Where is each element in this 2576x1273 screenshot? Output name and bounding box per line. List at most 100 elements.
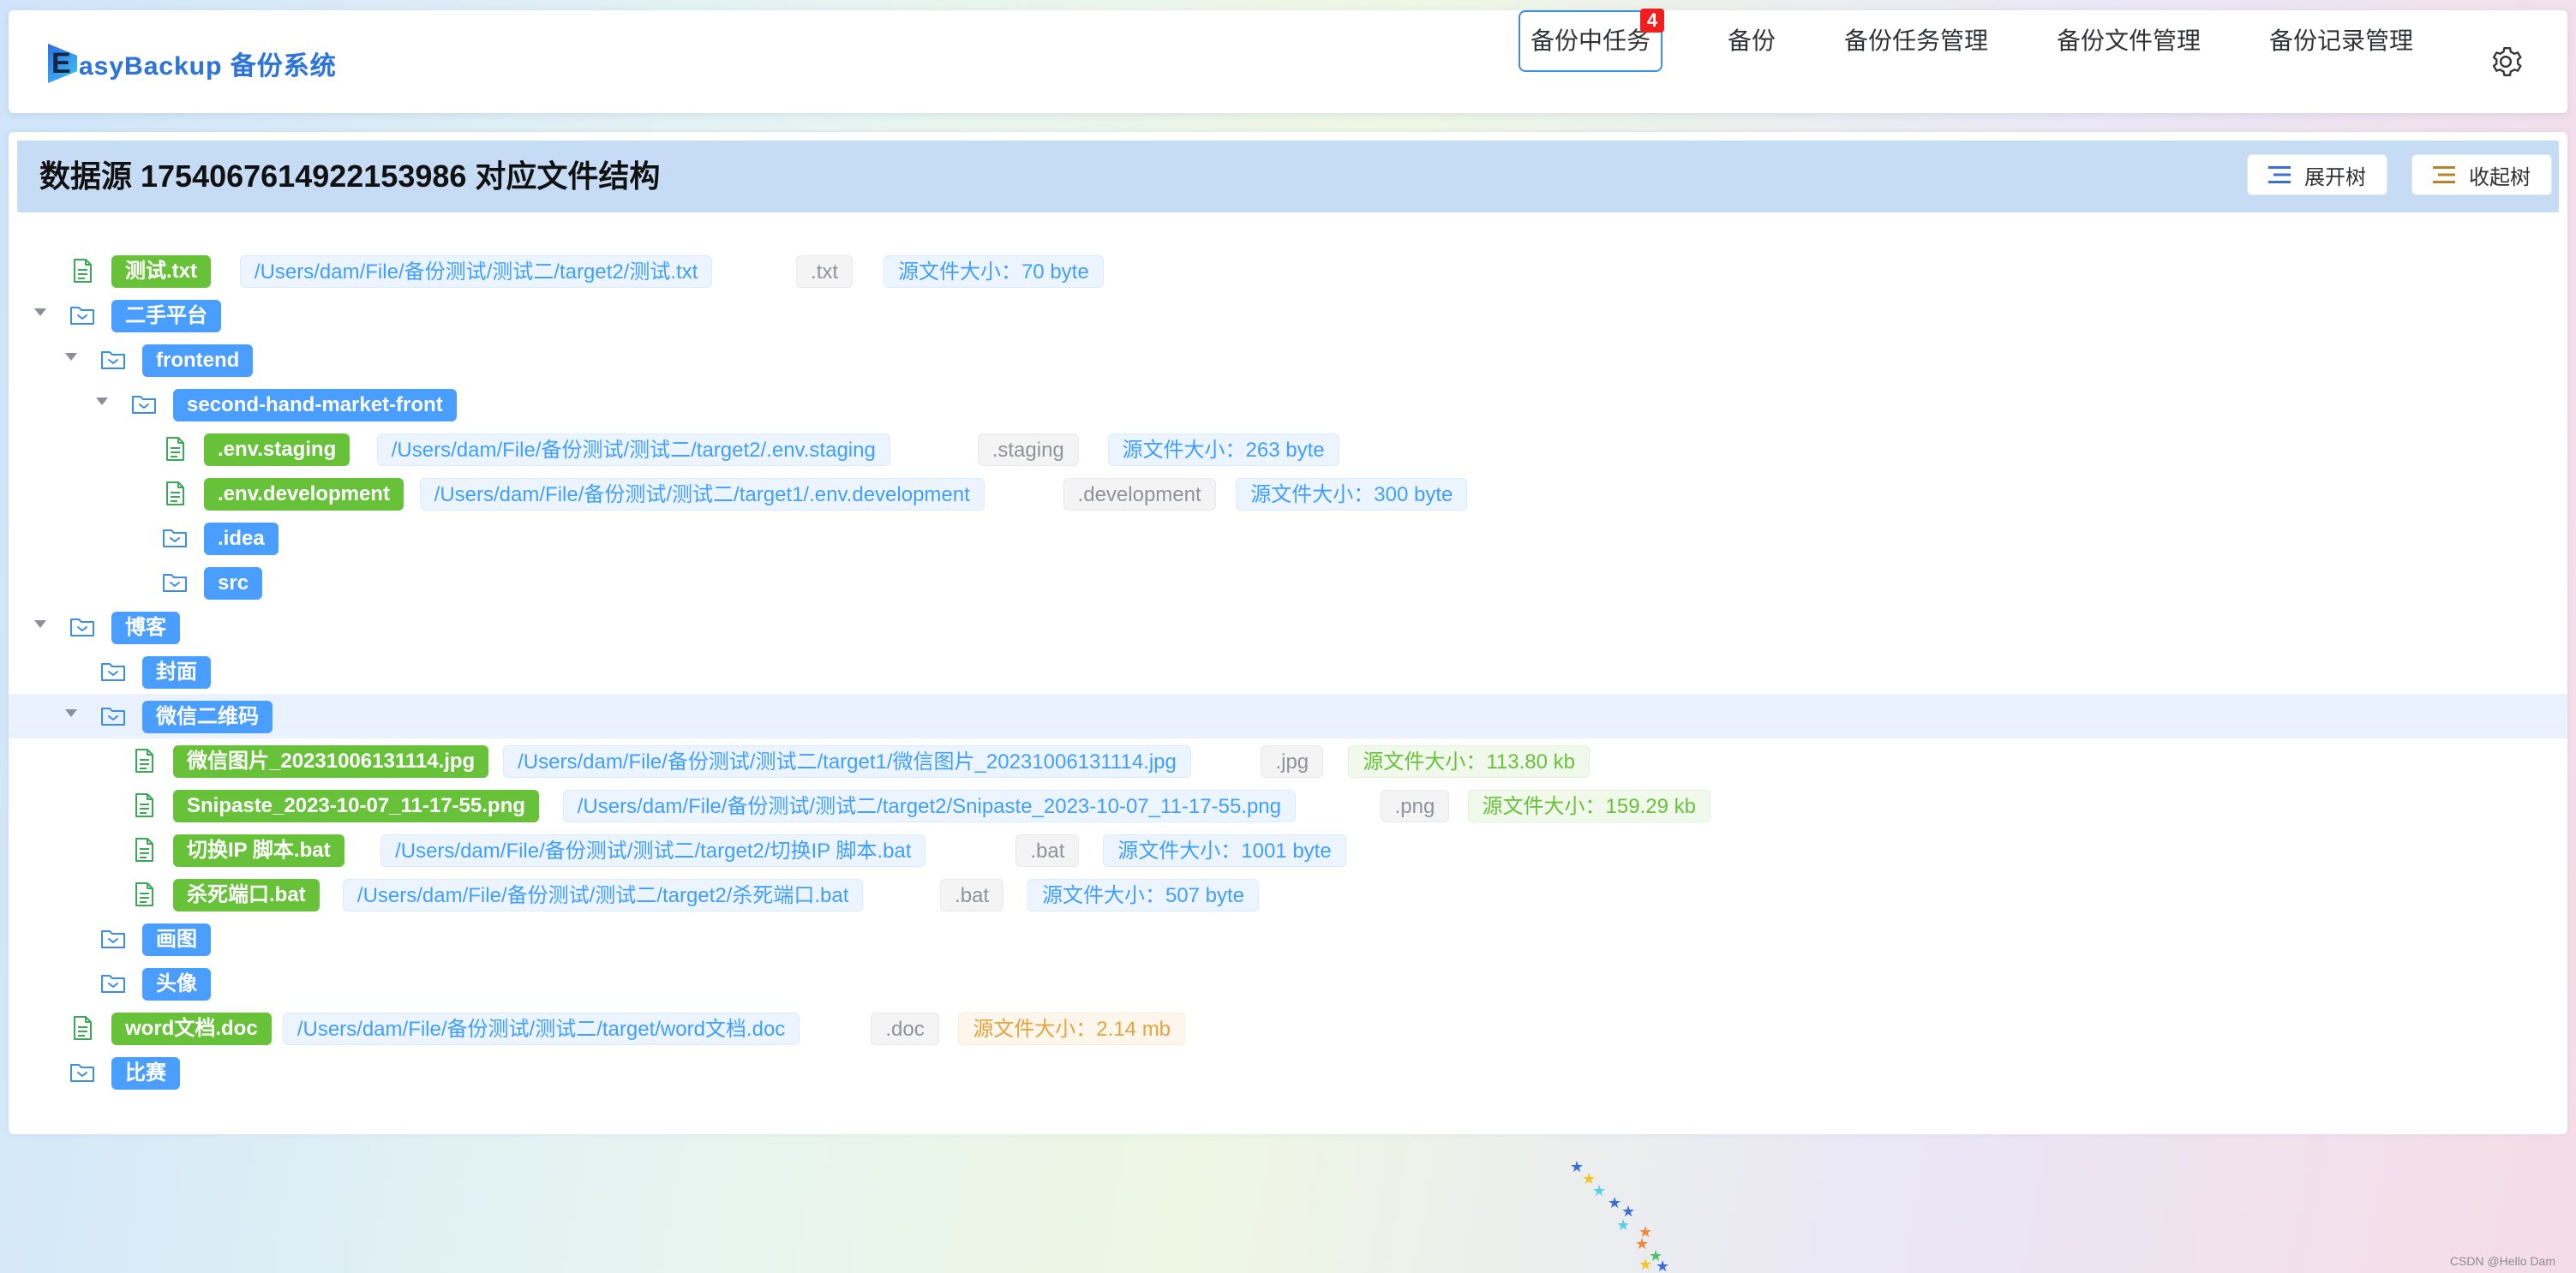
expand-caret-icon[interactable] bbox=[96, 397, 108, 405]
folder-name-tag: 封面 bbox=[142, 656, 211, 689]
file-extension-tag: .jpg bbox=[1261, 745, 1324, 778]
file-icon bbox=[166, 437, 184, 461]
page-title: 数据源 1754067614922153986 对应文件结构 bbox=[39, 158, 661, 194]
tree-folder-row[interactable]: 头像 bbox=[9, 961, 2567, 1006]
nav-backup[interactable]: 备份 bbox=[1728, 10, 1776, 72]
tree-file-row[interactable]: 测试.txt/Users/dam/File/备份测试/测试二/target2/测… bbox=[9, 248, 2567, 293]
expand-tree-button[interactable]: 展开树 bbox=[2247, 154, 2387, 195]
tree-file-row[interactable]: 微信图片_20231006131114.jpg/Users/dam/File/备… bbox=[9, 738, 2567, 783]
file-path-tag: /Users/dam/File/备份测试/测试二/target1/微信图片_20… bbox=[503, 745, 1191, 778]
folder-name-tag: src bbox=[204, 567, 263, 600]
file-name-tag: 测试.txt bbox=[111, 255, 211, 288]
tree-folder-row[interactable]: 二手平台 bbox=[9, 293, 2567, 338]
folder-icon bbox=[101, 708, 125, 726]
svg-text:★: ★ bbox=[1635, 1235, 1649, 1253]
svg-text:★: ★ bbox=[1638, 1256, 1652, 1273]
file-extension-tag: .doc bbox=[871, 1013, 939, 1045]
file-path-tag: /Users/dam/File/备份测试/测试二/target1/.env.de… bbox=[419, 478, 985, 511]
tree-folder-row[interactable]: 比赛 bbox=[9, 1050, 2567, 1095]
file-path-tag: /Users/dam/File/备份测试/测试二/target2/测试.txt bbox=[239, 255, 713, 288]
nav-label: 备份中任务 bbox=[1531, 27, 1651, 54]
tree-file-row[interactable]: .env.staging/Users/dam/File/备份测试/测试二/tar… bbox=[9, 427, 2567, 471]
tree-file-row[interactable]: word文档.doc/Users/dam/File/备份测试/测试二/targe… bbox=[9, 1006, 2567, 1050]
decorative-stars: ★ ★ ★ ★ ★ ★ ★ ★ ★ ★ ★ bbox=[1570, 1158, 1669, 1273]
top-header: E asyBackup 备份系统 备份中任务 4 备份 备份任务管理 备份文件管… bbox=[9, 9, 2567, 113]
file-icon bbox=[74, 259, 92, 283]
expand-caret-icon[interactable] bbox=[65, 709, 77, 717]
tree-folder-row[interactable]: src bbox=[9, 560, 2567, 605]
file-path-tag: /Users/dam/File/备份测试/测试二/target2/Snipast… bbox=[562, 790, 1297, 822]
file-path-tag: /Users/dam/File/备份测试/测试二/target/word文档.d… bbox=[282, 1013, 800, 1045]
task-count-badge: 4 bbox=[1640, 9, 1665, 33]
folder-name-tag: 二手平台 bbox=[111, 300, 221, 332]
folder-icon bbox=[101, 663, 125, 681]
tree-folder-row[interactable]: second-hand-market-front bbox=[9, 382, 2567, 427]
file-extension-tag: .bat bbox=[1015, 834, 1080, 867]
tree-file-row[interactable]: .env.development/Users/dam/File/备份测试/测试二… bbox=[9, 471, 2567, 516]
file-size-tag: 源文件大小：159.29 kb bbox=[1467, 790, 1710, 822]
file-name-tag: 杀死端口.bat bbox=[173, 879, 320, 911]
file-icon bbox=[135, 749, 153, 773]
file-name-tag: .env.staging bbox=[204, 433, 350, 466]
file-name-tag: .env.development bbox=[204, 478, 404, 511]
collapse-list-icon bbox=[2433, 166, 2455, 183]
tree-file-row[interactable]: 切换IP 脚本.bat/Users/dam/File/备份测试/测试二/targ… bbox=[9, 828, 2567, 872]
panel-header: 数据源 1754067614922153986 对应文件结构 展开树 收起树 bbox=[17, 140, 2559, 212]
tree-folder-row[interactable]: 微信二维码 bbox=[9, 694, 2567, 738]
expand-caret-icon[interactable] bbox=[34, 308, 46, 316]
svg-text:★: ★ bbox=[1616, 1216, 1630, 1234]
collapse-tree-label: 收起树 bbox=[2469, 165, 2531, 189]
file-icon bbox=[166, 481, 184, 505]
app-logo[interactable]: E asyBackup 备份系统 bbox=[48, 39, 337, 87]
nav-backup-record-management[interactable]: 备份记录管理 bbox=[2269, 10, 2413, 72]
tree-folder-row[interactable]: frontend bbox=[9, 338, 2567, 382]
file-size-tag: 源文件大小：300 byte bbox=[1236, 478, 1468, 511]
file-path-tag: /Users/dam/File/备份测试/测试二/target2/.env.st… bbox=[376, 433, 890, 466]
folder-name-tag: 博客 bbox=[111, 612, 180, 644]
file-icon bbox=[135, 793, 153, 817]
nav-backup-task-management[interactable]: 备份任务管理 bbox=[1844, 10, 1988, 72]
folder-icon bbox=[70, 307, 94, 325]
expand-list-icon bbox=[2268, 166, 2291, 183]
collapse-tree-button[interactable]: 收起树 bbox=[2411, 154, 2552, 195]
folder-icon bbox=[101, 930, 125, 948]
file-size-tag: 源文件大小：507 byte bbox=[1027, 879, 1260, 911]
file-size-tag: 源文件大小：263 byte bbox=[1107, 433, 1339, 466]
tree-folder-row[interactable]: 博客 bbox=[9, 605, 2567, 649]
gear-icon[interactable] bbox=[2489, 45, 2523, 79]
file-path-tag: /Users/dam/File/备份测试/测试二/target2/切换IP 脚本… bbox=[380, 834, 926, 867]
folder-name-tag: 比赛 bbox=[111, 1057, 180, 1090]
file-name-tag: Snipaste_2023-10-07_11-17-55.png bbox=[173, 790, 539, 822]
file-name-tag: word文档.doc bbox=[111, 1013, 272, 1045]
file-size-tag: 源文件大小：70 byte bbox=[883, 255, 1104, 288]
folder-name-tag: .idea bbox=[204, 523, 279, 555]
tree-folder-row[interactable]: .idea bbox=[9, 516, 2567, 560]
folder-icon bbox=[163, 574, 187, 592]
file-size-tag: 源文件大小：1001 byte bbox=[1103, 834, 1346, 867]
folder-name-tag: frontend bbox=[142, 344, 254, 377]
folder-icon bbox=[70, 1064, 94, 1082]
folder-icon bbox=[70, 619, 94, 636]
logo-text: asyBackup 备份系统 bbox=[79, 45, 337, 82]
file-name-tag: 微信图片_20231006131114.jpg bbox=[173, 745, 489, 778]
nav-backup-file-management[interactable]: 备份文件管理 bbox=[2057, 10, 2201, 72]
expand-caret-icon[interactable] bbox=[65, 353, 77, 361]
tree-folder-row[interactable]: 画图 bbox=[9, 917, 2567, 961]
tree-file-row[interactable]: 杀死端口.bat/Users/dam/File/备份测试/测试二/target2… bbox=[9, 872, 2567, 917]
folder-name-tag: 画图 bbox=[142, 923, 211, 956]
file-structure-panel: 数据源 1754067614922153986 对应文件结构 展开树 收起树 测… bbox=[9, 132, 2567, 1134]
file-extension-tag: .development bbox=[1063, 478, 1216, 511]
file-size-tag: 源文件大小：2.14 mb bbox=[958, 1013, 1186, 1045]
file-extension-tag: .staging bbox=[977, 433, 1079, 466]
tree-file-row[interactable]: Snipaste_2023-10-07_11-17-55.png/Users/d… bbox=[9, 783, 2567, 828]
file-size-tag: 源文件大小：113.80 kb bbox=[1348, 745, 1590, 778]
folder-name-tag: 微信二维码 bbox=[142, 701, 273, 733]
tree-folder-row[interactable]: 封面 bbox=[9, 649, 2567, 694]
folder-name-tag: second-hand-market-front bbox=[173, 389, 457, 421]
expand-caret-icon[interactable] bbox=[34, 620, 46, 628]
logo-mark-icon: E bbox=[48, 44, 77, 83]
nav-backing-up-tasks[interactable]: 备份中任务 4 bbox=[1519, 9, 1665, 72]
folder-name-tag: 头像 bbox=[142, 968, 211, 1001]
folder-icon bbox=[101, 351, 125, 369]
file-icon bbox=[135, 882, 153, 906]
